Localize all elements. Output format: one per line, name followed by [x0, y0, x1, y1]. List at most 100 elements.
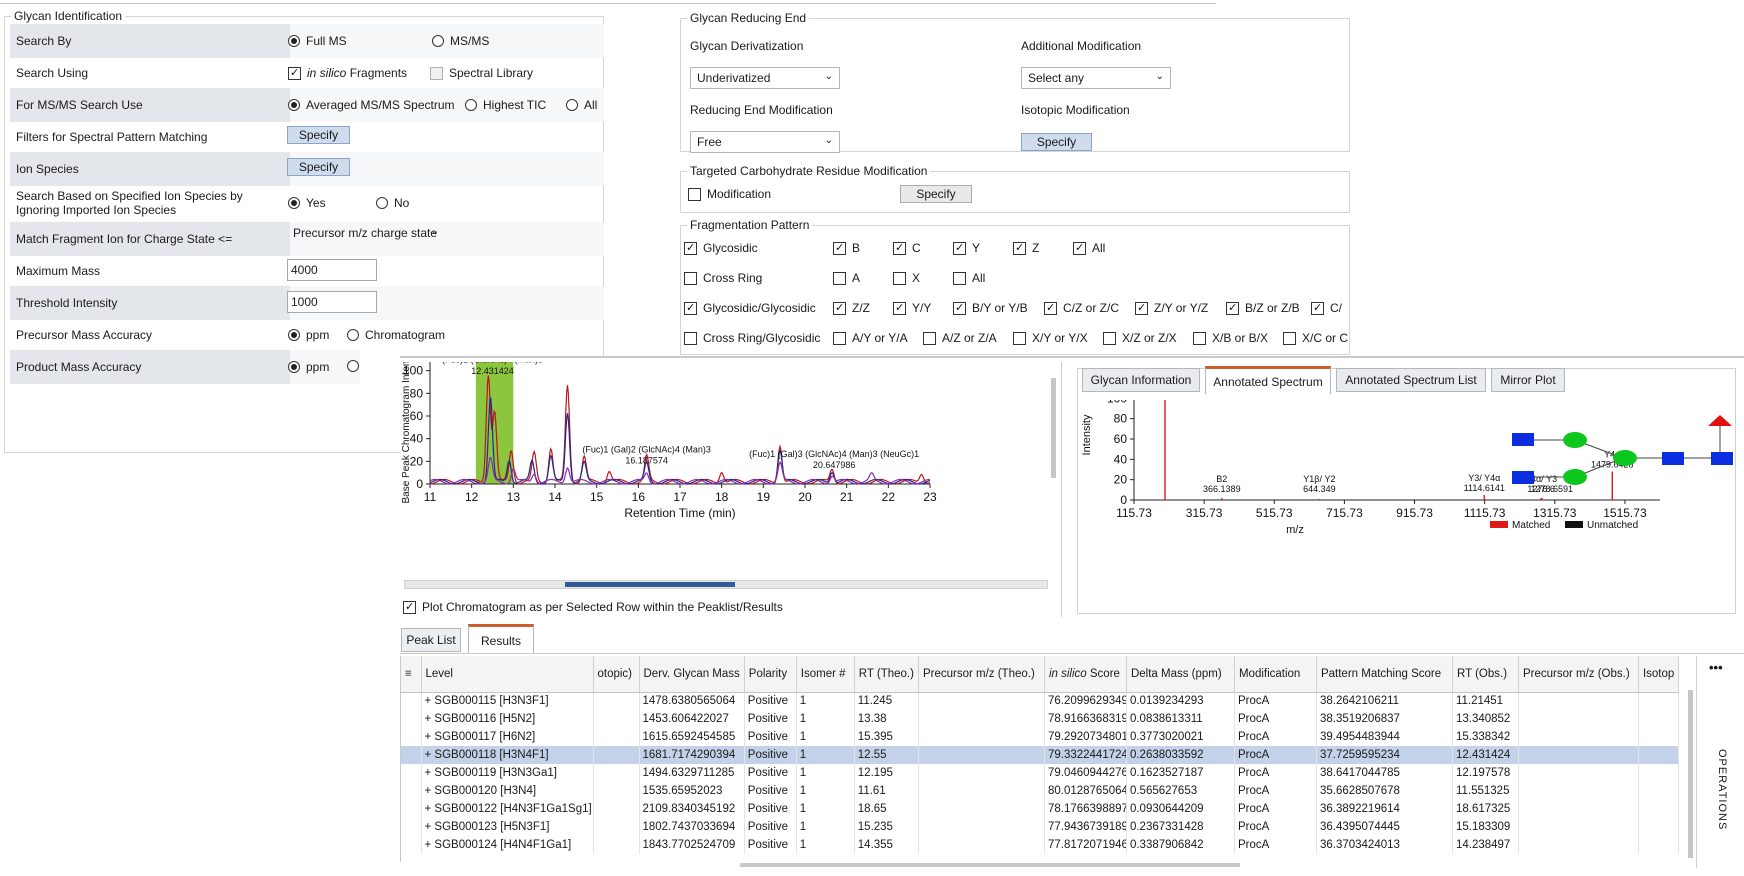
table-cell: 15.395: [854, 728, 919, 746]
column-header[interactable]: Derv. Glycan Mass: [639, 656, 745, 693]
charge-state-select[interactable]: Precursor m/z charge state ⌄: [286, 222, 446, 244]
column-header[interactable]: RT (Theo.): [854, 656, 919, 693]
table-row[interactable]: + SGB000115 [H3N3F1] 1478.6380565064 Posit…: [401, 692, 1680, 710]
threshold-input[interactable]: 1000: [287, 291, 377, 313]
radio-highest-tic[interactable]: Highest TIC: [465, 98, 546, 112]
column-header[interactable]: Isotop: [1638, 656, 1680, 693]
additional-mod-select[interactable]: Select any ⌄: [1021, 67, 1171, 89]
frag-c-slash-checkbox[interactable]: C/: [1311, 301, 1342, 315]
frag-cross-all-checkbox[interactable]: All: [953, 271, 985, 285]
checkbox-in-silico-fragments[interactable]: in silico Fragments: [288, 66, 407, 80]
table-row[interactable]: + SGB000119 [H3N3Ga1] 1494.6329711285 Posi…: [401, 764, 1680, 782]
table-row[interactable]: + SGB000118 [H3N4F1] 1681.7174290394 Posit…: [401, 746, 1680, 764]
tab-annotated-spectrum-list[interactable]: Annotated Spectrum List: [1336, 368, 1486, 392]
table-row[interactable]: + SGB000120 [H3N4] 1535.65952023 Positive 1…: [401, 782, 1680, 800]
radio-product-ppm[interactable]: ppm: [288, 360, 329, 374]
tab-mirror-plot[interactable]: Mirror Plot: [1491, 368, 1565, 392]
frag-x-checkbox[interactable]: X: [893, 271, 920, 285]
frag-az-checkbox[interactable]: A/Z or Z/A: [923, 331, 997, 345]
frag-xb-checkbox[interactable]: X/B or B/X: [1193, 331, 1268, 345]
table-row[interactable]: + SGB000123 [H5N3F1] 1802.7437033694 Posit…: [401, 818, 1680, 836]
frag-cross-glyco-checkbox[interactable]: Cross Ring/Glycosidic: [684, 331, 820, 345]
column-header[interactable]: Pattern Matching Score: [1316, 656, 1453, 693]
radio-full-ms[interactable]: Full MS: [288, 34, 347, 48]
frag-ay-checkbox[interactable]: A/Y or Y/A: [833, 331, 908, 345]
operations-panel[interactable]: ••• OPERATIONS: [1696, 656, 1744, 868]
table-row[interactable]: + SGB000116 [H5N2] 1453.606422027 Positive…: [401, 710, 1680, 728]
ion-species-specify-button[interactable]: Specify: [287, 158, 350, 176]
column-header[interactable]: Delta Mass (ppm): [1126, 656, 1235, 693]
expand-icon[interactable]: [401, 728, 422, 746]
targeted-specify-button[interactable]: Specify: [900, 185, 972, 203]
checkbox-spectral-library[interactable]: Spectral Library: [430, 66, 533, 80]
expand-icon[interactable]: [401, 800, 422, 818]
table-row[interactable]: + SGB000117 [H6N2] 1615.6592454585 Positiv…: [401, 728, 1680, 746]
radio-yes[interactable]: Yes: [288, 196, 326, 210]
column-header[interactable]: RT (Obs.): [1452, 656, 1519, 693]
radio-all[interactable]: All: [566, 98, 597, 112]
row-menu-icon[interactable]: ≡: [401, 656, 422, 693]
frag-glycosidic-checkbox[interactable]: Glycosidic: [684, 241, 758, 255]
frag-zz-checkbox[interactable]: Z/Z: [833, 301, 870, 315]
frag-c-checkbox[interactable]: C: [893, 241, 921, 255]
column-header[interactable]: Polarity: [744, 656, 797, 693]
expand-icon[interactable]: [401, 782, 422, 800]
filters-specify-button[interactable]: Specify: [287, 126, 350, 144]
scrollbar-thumb[interactable]: [565, 582, 735, 587]
frag-xz-checkbox[interactable]: X/Z or Z/X: [1103, 331, 1177, 345]
frag-zy-checkbox[interactable]: Z/Y or Y/Z: [1135, 301, 1208, 315]
expand-icon[interactable]: [401, 764, 422, 782]
vertical-scrollbar[interactable]: [1051, 378, 1056, 478]
radio-msms[interactable]: MS/MS: [432, 34, 489, 48]
column-header[interactable]: Isomer #: [796, 656, 855, 693]
expand-icon[interactable]: [401, 836, 422, 854]
radio-chromatogram[interactable]: Chromatogram: [347, 328, 445, 342]
tab-annotated-spectrum[interactable]: Annotated Spectrum: [1205, 366, 1331, 394]
peak-mz-label: 366.1389: [1203, 484, 1241, 494]
column-header[interactable]: Level: [421, 656, 594, 693]
operations-label[interactable]: OPERATIONS: [1716, 749, 1728, 830]
derivatization-select[interactable]: Underivatized ⌄: [690, 67, 840, 89]
frag-bz-checkbox[interactable]: B/Z or Z/B: [1226, 301, 1300, 315]
frag-xc-checkbox[interactable]: X/C or C: [1283, 331, 1348, 345]
frag-by-checkbox[interactable]: B/Y or Y/B: [953, 301, 1028, 315]
modification-checkbox[interactable]: Modification: [688, 187, 771, 201]
frag-z-checkbox[interactable]: Z: [1013, 241, 1039, 255]
chromatogram-scrollbar[interactable]: [404, 580, 1048, 589]
radio-averaged-msms[interactable]: Averaged MS/MS Spectrum: [288, 98, 455, 112]
frag-xy-checkbox[interactable]: X/Y or Y/X: [1013, 331, 1088, 345]
frag-a-checkbox[interactable]: A: [833, 271, 860, 285]
tab-peak-list[interactable]: Peak List: [401, 628, 461, 652]
radio-no[interactable]: No: [376, 196, 409, 210]
max-mass-input[interactable]: 4000: [287, 259, 377, 281]
expand-icon[interactable]: [401, 818, 422, 836]
column-header[interactable]: otopic): [593, 656, 640, 693]
radio-precursor-ppm[interactable]: ppm: [288, 328, 329, 342]
expand-icon[interactable]: [401, 692, 422, 710]
frag-all-checkbox[interactable]: All: [1073, 241, 1105, 255]
radio-product-other[interactable]: [347, 360, 359, 372]
column-header[interactable]: Precursor m/z (Obs.): [1518, 656, 1639, 693]
frag-b-checkbox[interactable]: B: [833, 241, 860, 255]
frag-yy-checkbox[interactable]: Y/Y: [893, 301, 931, 315]
column-header[interactable]: Precursor m/z (Theo.): [918, 656, 1045, 693]
plot-chromatogram-checkbox[interactable]: Plot Chromatogram as per Selected Row wi…: [403, 600, 783, 614]
frag-cz-checkbox[interactable]: C/Z or Z/C: [1044, 301, 1119, 315]
table-row[interactable]: + SGB000122 [H4N3F1Ga1Sg1] 2109.834034519…: [401, 800, 1680, 818]
table-row[interactable]: + SGB000124 [H4N4F1Ga1] 1843.7702524709 Po…: [401, 836, 1680, 854]
tab-glycan-information[interactable]: Glycan Information: [1082, 368, 1200, 392]
table-cell: 1615.6592454585: [639, 728, 745, 746]
tab-results[interactable]: Results: [468, 624, 534, 654]
results-horizontal-scrollbar[interactable]: [740, 863, 1240, 867]
results-vertical-scrollbar[interactable]: [1688, 690, 1693, 858]
expand-icon[interactable]: [401, 746, 422, 764]
reducing-mod-select[interactable]: Free ⌄: [690, 131, 840, 153]
more-options-icon[interactable]: •••: [1709, 660, 1723, 675]
column-header[interactable]: Modification: [1234, 656, 1317, 693]
frag-glyco-glyco-checkbox[interactable]: Glycosidic/Glycosidic: [684, 301, 816, 315]
column-header[interactable]: in silico Score: [1044, 656, 1127, 693]
frag-y-checkbox[interactable]: Y: [953, 241, 980, 255]
expand-icon[interactable]: [401, 710, 422, 728]
frag-cross-ring-checkbox[interactable]: Cross Ring: [684, 271, 762, 285]
isotopic-specify-button[interactable]: Specify: [1021, 133, 1092, 151]
